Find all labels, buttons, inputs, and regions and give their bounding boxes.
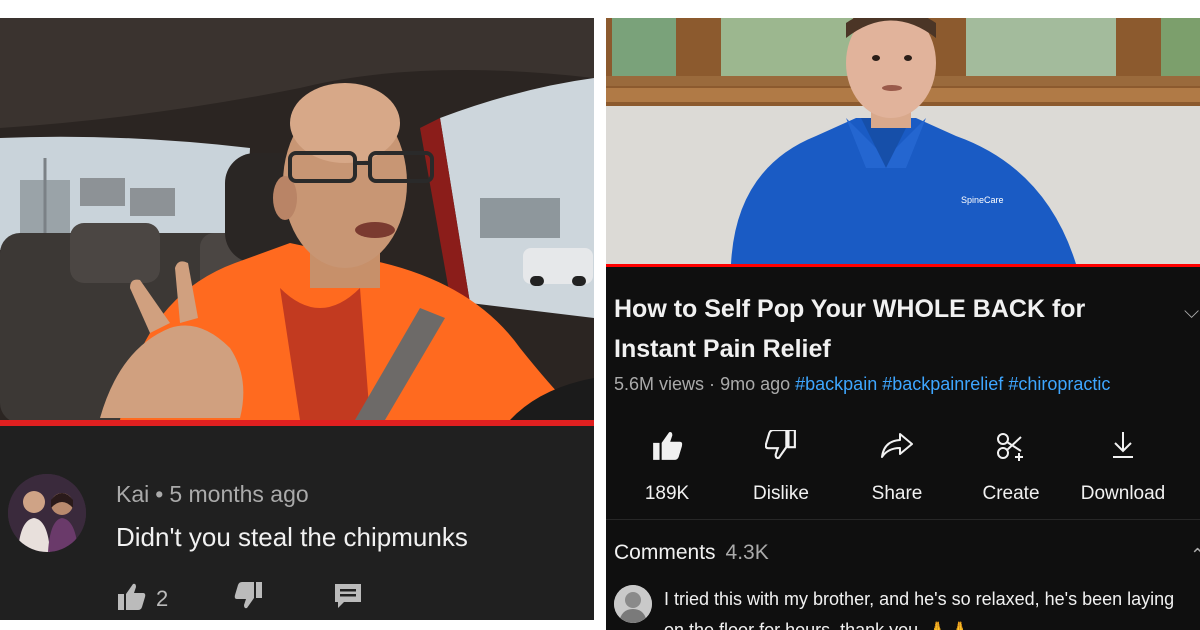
separator-dot: • (155, 481, 164, 507)
create-label: Create (982, 483, 1040, 504)
video-title[interactable]: How to Self Pop Your WHOLE BACK for Inst… (614, 289, 1174, 369)
video-meta: 5.6M views · 9mo ago #backpain #backpain… (614, 374, 1110, 395)
right-screenshot: SpineCare How to Self Pop Your WHOLE BAC… (606, 18, 1200, 630)
share-label: Share (871, 483, 923, 504)
create-button[interactable]: Create (956, 427, 1066, 505)
shirt-logo: SpineCare (961, 195, 1004, 205)
comment-actions: 2 (116, 582, 362, 616)
comment-text: Didn't you steal the chipmunks (116, 522, 468, 552)
video-frame-car[interactable] (0, 18, 594, 420)
download-icon (1068, 427, 1178, 463)
thumbs-up-icon (612, 427, 722, 463)
video-info: How to Self Pop Your WHOLE BACK for Inst… (606, 267, 1200, 630)
view-count: 5.6M views (614, 374, 705, 394)
comments-count: 4.3K (725, 541, 769, 564)
divider (606, 519, 1200, 520)
share-icon (842, 427, 952, 463)
thumbs-up-icon[interactable] (116, 582, 146, 616)
praying-hands-emoji: 🙏🙏 (926, 616, 971, 630)
dislike-button[interactable]: Dislike (726, 427, 836, 505)
comment-item: Kai • 5 months ago Didn't you steal the ch… (0, 426, 594, 620)
avatar-image (8, 474, 86, 552)
like-count: 189K (644, 483, 690, 504)
like-button[interactable]: 189K (612, 427, 722, 505)
download-button[interactable]: Download (1068, 427, 1178, 505)
thumbs-down-icon (726, 427, 836, 463)
like-count: 2 (156, 586, 169, 611)
top-comment-text: I tried this with my brother, and he's s… (664, 589, 1175, 630)
avatar-image (614, 585, 652, 623)
download-label: Download (1080, 483, 1166, 504)
separator-dot: · (709, 374, 716, 394)
upload-age: 9mo ago (720, 374, 791, 394)
car-scene-image (0, 18, 594, 420)
chevron-down-icon[interactable]: ⌵ (1184, 301, 1199, 324)
chevron-icon[interactable]: ⌃ (1190, 545, 1200, 566)
comments-label: Comments (614, 541, 716, 564)
instructor-scene-image: SpineCare (606, 18, 1200, 264)
dislike-label: Dislike (753, 483, 809, 504)
hashtag-link[interactable]: #chiropractic (1008, 374, 1110, 394)
comment-meta: Kai • 5 months ago (116, 481, 309, 508)
avatar[interactable] (614, 585, 652, 623)
reply-icon[interactable] (334, 583, 362, 615)
comment-time[interactable]: 5 months ago (169, 481, 308, 507)
action-bar: 189K Dislike Share Create Download (606, 427, 1200, 507)
hashtag-link[interactable]: #backpainrelief (882, 374, 1003, 394)
avatar[interactable] (8, 474, 86, 552)
thumbs-down-icon[interactable] (234, 582, 264, 616)
left-screenshot: Kai • 5 months ago Didn't you steal the ch… (0, 18, 594, 620)
comments-header[interactable]: Comments 4.3K (614, 541, 769, 565)
video-frame-instructor[interactable]: SpineCare (606, 18, 1200, 264)
scissors-icon (956, 427, 1066, 463)
comment-author[interactable]: Kai (116, 481, 149, 507)
top-comment: I tried this with my brother, and he's s… (664, 584, 1194, 630)
hashtag-link[interactable]: #backpain (795, 374, 877, 394)
share-button[interactable]: Share (842, 427, 952, 505)
